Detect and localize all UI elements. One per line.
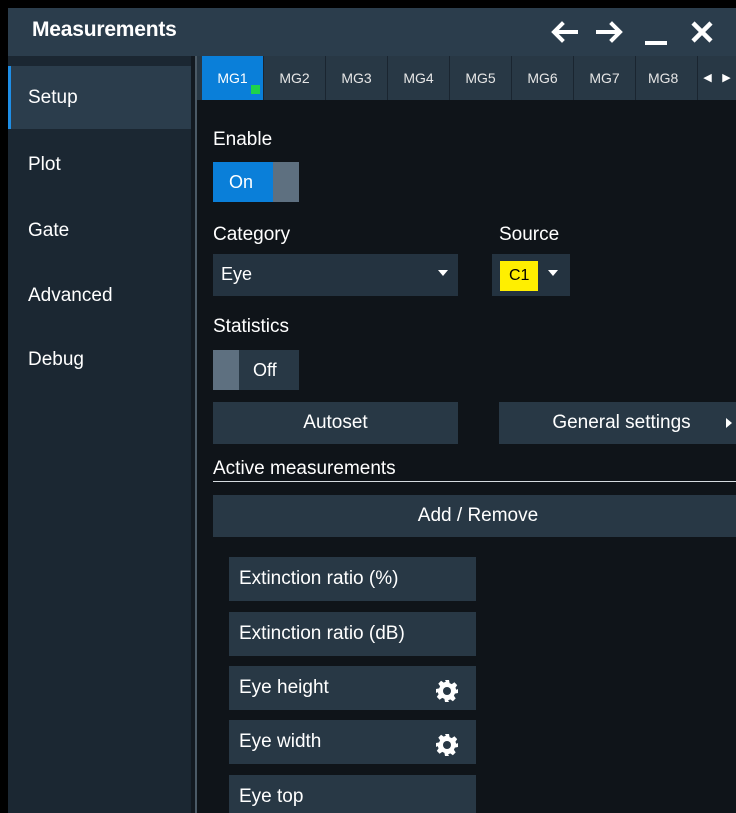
active-indicator	[251, 85, 260, 94]
source-dropdown[interactable]: C1	[492, 254, 570, 296]
caret-right-icon	[726, 418, 732, 428]
chevron-down-icon	[548, 270, 558, 276]
setup-panel: MG1 MG2 MG3 MG4 MG5 MG6 MG7 MG8 ◀ ▶ Enab…	[197, 56, 736, 813]
sidebar: Setup Plot Gate Advanced Debug	[8, 56, 191, 813]
active-measurements-heading: Active measurements	[213, 458, 396, 479]
gear-icon[interactable]	[435, 730, 459, 756]
arrow-left-icon[interactable]	[546, 14, 582, 50]
tab-mg8[interactable]: MG8	[636, 56, 698, 100]
measurement-item[interactable]: Eye top	[229, 775, 476, 813]
measurement-item[interactable]: Eye height	[229, 666, 476, 710]
source-badge: C1	[500, 261, 538, 291]
statistics-toggle[interactable]: Off	[213, 350, 299, 390]
category-dropdown[interactable]: Eye	[213, 254, 458, 296]
sidebar-item-plot[interactable]: Plot	[8, 133, 191, 196]
toggle-state: On	[213, 162, 273, 202]
caret-left-icon[interactable]: ◀	[698, 56, 717, 100]
enable-toggle[interactable]: On	[213, 162, 299, 202]
chevron-down-icon	[438, 270, 448, 276]
sidebar-item-gate[interactable]: Gate	[8, 199, 191, 262]
statistics-label: Statistics	[213, 316, 290, 337]
measurements-dialog: Measurements Setup Plot Gate Advanced De…	[8, 8, 736, 813]
tab-mg4[interactable]: MG4	[388, 56, 450, 100]
source-label: Source	[499, 224, 560, 245]
section-divider	[213, 481, 736, 482]
tab-mg7[interactable]: MG7	[574, 56, 636, 100]
button-label: General settings	[552, 412, 691, 433]
tab-mg5[interactable]: MG5	[450, 56, 512, 100]
toggle-knob	[273, 162, 299, 202]
sidebar-item-setup[interactable]: Setup	[8, 66, 191, 129]
general-settings-button[interactable]: General settings	[499, 402, 736, 444]
arrow-right-icon[interactable]	[592, 14, 628, 50]
title-bar: Measurements	[8, 8, 736, 56]
measurement-item[interactable]: Extinction ratio (%)	[229, 557, 476, 601]
toggle-state: Off	[239, 350, 299, 390]
tab-mg1[interactable]: MG1	[202, 56, 264, 100]
measurement-label: Eye width	[239, 731, 322, 752]
dialog-title: Measurements	[32, 18, 177, 41]
sidebar-item-debug[interactable]: Debug	[8, 328, 191, 391]
measurement-label: Extinction ratio (dB)	[239, 623, 405, 644]
tab-mg2[interactable]: MG2	[264, 56, 326, 100]
measurement-group-tabs: MG1 MG2 MG3 MG4 MG5 MG6 MG7 MG8 ◀ ▶	[197, 56, 736, 100]
autoset-button[interactable]: Autoset	[213, 402, 458, 444]
category-value: Eye	[221, 264, 253, 284]
measurement-item[interactable]: Extinction ratio (dB)	[229, 612, 476, 656]
tab-label: MG1	[217, 70, 248, 86]
tab-mg3[interactable]: MG3	[326, 56, 388, 100]
sidebar-item-advanced[interactable]: Advanced	[8, 264, 191, 327]
measurement-label: Eye height	[239, 677, 329, 698]
close-icon[interactable]	[684, 14, 720, 50]
enable-label: Enable	[213, 129, 273, 150]
measurement-label: Extinction ratio (%)	[239, 568, 399, 589]
add-remove-button[interactable]: Add / Remove	[213, 495, 736, 537]
caret-right-icon[interactable]: ▶	[717, 56, 736, 100]
minimize-icon[interactable]	[638, 14, 674, 50]
category-label: Category	[213, 224, 291, 245]
gear-icon[interactable]	[435, 676, 459, 702]
toggle-knob	[213, 350, 239, 390]
measurement-item[interactable]: Eye width	[229, 720, 476, 764]
measurement-label: Eye top	[239, 786, 304, 807]
tab-mg6[interactable]: MG6	[512, 56, 574, 100]
